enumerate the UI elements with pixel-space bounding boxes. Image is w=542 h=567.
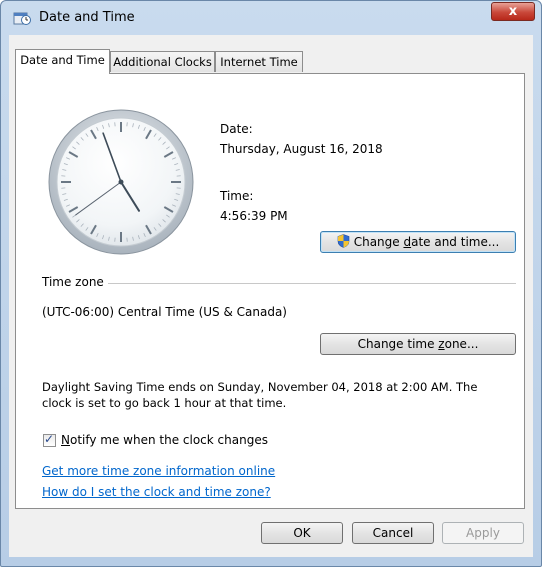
date-value: Thursday, August 16, 2018 <box>220 142 383 156</box>
notify-checkbox[interactable]: ✓ <box>43 432 56 447</box>
time-zone-heading: Time zone <box>42 275 104 289</box>
close-icon: x <box>508 4 518 19</box>
window-title: Date and Time <box>39 10 135 25</box>
dialog-body: Date and Time Additional Clocks Internet… <box>9 35 533 557</box>
notify-label-accel: N <box>61 433 70 447</box>
change-date-and-time-button[interactable]: Change date and time... <box>320 231 516 253</box>
more-time-zone-info-link[interactable]: Get more time zone information online <box>42 464 275 478</box>
tab-label: Date and Time <box>20 53 105 67</box>
time-value: 4:56:39 PM <box>220 209 288 223</box>
date-label: Date: <box>220 122 253 136</box>
change-tz-btn-text-a: Change time <box>357 337 439 351</box>
uac-shield-icon <box>337 234 350 248</box>
tab-label: Additional Clocks <box>113 55 212 69</box>
notify-label[interactable]: Notify me when the clock changes <box>61 433 268 447</box>
apply-button[interactable]: Apply <box>442 522 524 544</box>
time-zone-divider <box>108 283 516 284</box>
time-label: Time: <box>220 189 254 203</box>
tab-label: Internet Time <box>220 55 298 69</box>
date-and-time-panel: Date: Thursday, August 16, 2018 Time: 4:… <box>15 73 525 509</box>
change-time-zone-button[interactable]: Change time zone... <box>320 333 516 355</box>
dst-notice-line1: Daylight Saving Time ends on Sunday, Nov… <box>42 380 478 394</box>
ok-button[interactable]: OK <box>261 522 343 544</box>
clock-center-pin <box>118 179 124 185</box>
notify-label-text: otify me when the clock changes <box>69 433 268 447</box>
change-date-btn-accel: d <box>403 235 412 249</box>
change-date-btn-text-b: ate and time... <box>411 235 500 249</box>
change-tz-btn-text-b: one... <box>444 337 479 351</box>
date-time-dialog: Date and Time x Date and Time Additional… <box>0 0 542 567</box>
analog-clock <box>48 109 194 255</box>
dst-notice-line2: clock is set to go back 1 hour at that t… <box>42 396 287 410</box>
title-bar[interactable]: Date and Time x <box>1 1 541 35</box>
tab-date-and-time[interactable]: Date and Time <box>15 49 110 74</box>
change-date-btn-text-a: Change <box>353 235 404 249</box>
checkmark-icon: ✓ <box>44 432 55 446</box>
date-time-app-icon <box>13 12 31 25</box>
tab-internet-time[interactable]: Internet Time <box>215 51 303 72</box>
time-zone-value: (UTC-06:00) Central Time (US & Canada) <box>42 305 287 319</box>
how-to-set-clock-link[interactable]: How do I set the clock and time zone? <box>42 485 271 499</box>
cancel-button[interactable]: Cancel <box>352 522 434 544</box>
tab-additional-clocks[interactable]: Additional Clocks <box>110 51 215 72</box>
close-button[interactable]: x <box>491 2 535 21</box>
